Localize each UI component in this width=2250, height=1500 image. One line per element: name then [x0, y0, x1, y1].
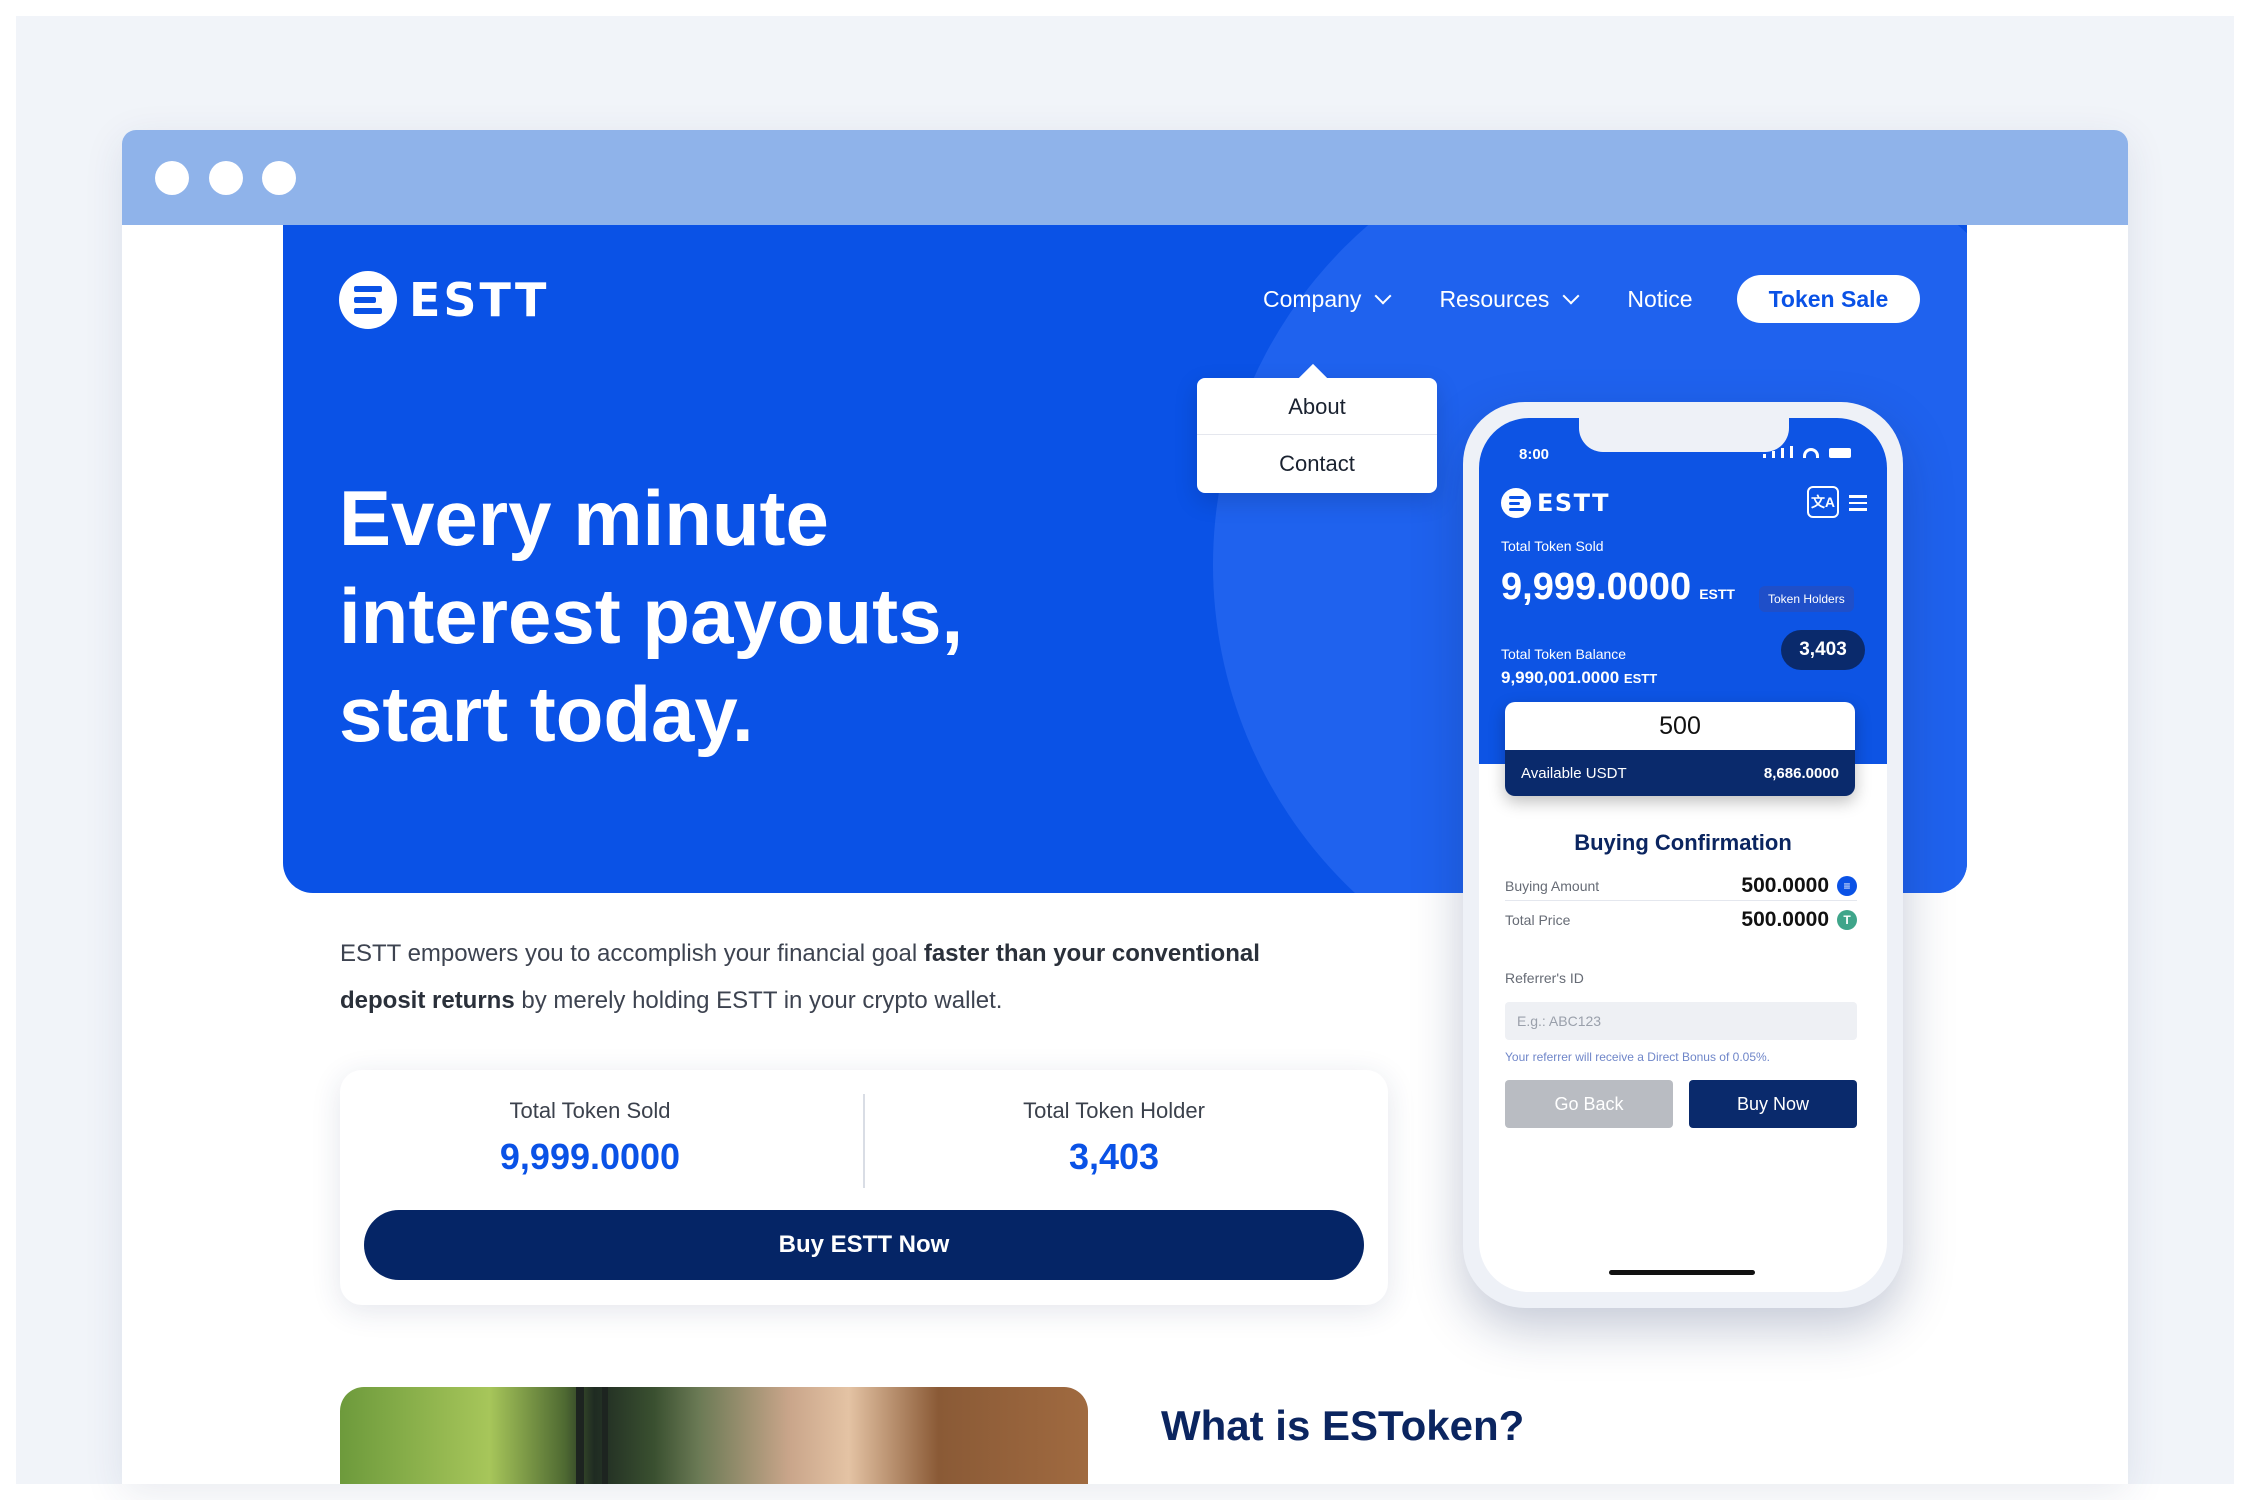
row-number: 500.0000 [1741, 908, 1829, 931]
stat-label: Total Token Sold [509, 1098, 671, 1123]
phone-sold-number: 9,999.0000 [1501, 566, 1692, 608]
window-dot-icon[interactable] [262, 161, 296, 195]
row-label: Total Price [1505, 912, 1571, 928]
home-indicator [1609, 1270, 1755, 1275]
phone-mockup: 8:00 ESTT 文A Total Token Sold 9,999.0000… [1463, 402, 1903, 1308]
row-value: 500.0000 ≡ [1741, 874, 1857, 898]
hero-title-line: Every minute [339, 474, 829, 562]
hero-title-line: interest payouts, [339, 572, 964, 660]
section-title: What is ESToken? [1161, 1402, 1525, 1449]
nav-label: Notice [1627, 285, 1693, 312]
phone-sold-value: 9,999.0000 ESTT [1501, 566, 1735, 609]
status-icons [1763, 446, 1851, 458]
confirm-title: Buying Confirmation [1574, 830, 1792, 855]
phone-sold-label: Total Token Sold [1501, 538, 1604, 554]
referrer-input[interactable] [1505, 1002, 1857, 1040]
referrer-label: Referrer's ID [1505, 970, 1584, 986]
amount-input[interactable]: 500 [1505, 702, 1855, 750]
phone-logo: ESTT [1501, 488, 1610, 518]
signal-icon [1790, 446, 1793, 458]
total-price-row: Total Price 500.0000 T [1505, 908, 1857, 932]
phone-balance-value: 9,990,001.0000 ESTT [1501, 668, 1657, 688]
available-label: Available USDT [1521, 764, 1627, 782]
usdt-coin-icon: T [1837, 910, 1857, 930]
nav-item-company[interactable]: Company [1263, 285, 1392, 313]
intro-text: ESTT empowers you to accomplish your fin… [340, 940, 924, 967]
company-dropdown-menu: About Contact [1197, 378, 1437, 493]
chevron-down-icon [1562, 287, 1580, 305]
window-dot-icon[interactable] [155, 161, 189, 195]
status-time: 8:00 [1519, 446, 1550, 463]
stat-total-sold: Total Token Sold 9,999.0000 [340, 1098, 840, 1178]
nav-item-resources[interactable]: Resources [1439, 285, 1580, 313]
battery-icon [1829, 448, 1851, 458]
phone-balance-number: 9,990,001.0000 [1501, 668, 1620, 687]
stat-value: 9,999.0000 [499, 1136, 681, 1177]
signal-icon [1772, 451, 1775, 458]
stat-total-holder: Total Token Holder 3,403 [864, 1098, 1364, 1178]
signal-icon [1763, 454, 1766, 458]
unit-label: ESTT [1699, 586, 1735, 602]
holders-label: Token Holders [1759, 586, 1854, 612]
logo-mark-icon [1501, 488, 1531, 518]
row-label: Buying Amount [1505, 878, 1600, 894]
browser-title-bar [122, 130, 2128, 225]
dropdown-item-about[interactable]: About [1197, 378, 1437, 435]
hero-title: Every minute interest payouts, start tod… [339, 469, 1239, 763]
holders-count: 3,403 [1781, 630, 1865, 670]
token-stats-card: Total Token Sold 9,999.0000 Total Token … [340, 1070, 1388, 1305]
buy-now-button[interactable]: Buy Now [1689, 1080, 1857, 1128]
nav-label: Company [1263, 285, 1362, 312]
intro-paragraph: ESTT empowers you to accomplish your fin… [340, 930, 1340, 1024]
brand-logo[interactable]: ESTT [339, 271, 549, 329]
translate-icon[interactable]: 文A [1807, 486, 1839, 518]
estt-coin-icon: ≡ [1837, 876, 1857, 896]
signal-icon [1781, 448, 1784, 458]
row-number: 500.0000 [1741, 874, 1829, 897]
available-value: 8,686.0000 [1763, 764, 1839, 782]
phone-screen: 8:00 ESTT 文A Total Token Sold 9,999.0000… [1479, 418, 1887, 1292]
referrer-note: Your referrer will receive a Direct Bonu… [1505, 1050, 1771, 1064]
token-sale-button[interactable]: Token Sale [1736, 275, 1921, 323]
phone-balance-label: Total Token Balance [1501, 646, 1627, 662]
logo-text: ESTT [409, 273, 550, 327]
hero-title-line: start today. [339, 670, 754, 758]
top-nav: Company Resources Notice Token Sale [1263, 275, 1921, 323]
window-frame [576, 1387, 584, 1484]
wifi-icon [1803, 448, 1819, 458]
amount-box[interactable]: 500 Available USDT 8,686.0000 [1505, 702, 1855, 796]
go-back-button[interactable]: Go Back [1505, 1080, 1673, 1128]
stat-label: Total Token Holder [1023, 1098, 1205, 1123]
unit-label: ESTT [1623, 671, 1658, 686]
buying-amount-row: Buying Amount 500.0000 ≡ [1505, 874, 1857, 898]
logo-text: ESTT [1537, 489, 1610, 517]
dropdown-item-contact[interactable]: Contact [1197, 435, 1437, 492]
available-balance: Available USDT 8,686.0000 [1505, 750, 1855, 796]
browser-window: ESTT Company Resources Notice Token Sale… [122, 130, 2128, 1484]
stat-value: 3,403 [1068, 1136, 1160, 1177]
chevron-down-icon [1374, 287, 1392, 305]
buy-estt-button[interactable]: Buy ESTT Now [364, 1210, 1364, 1280]
nav-label: Resources [1439, 285, 1550, 312]
nav-item-notice[interactable]: Notice [1627, 286, 1692, 313]
menu-icon[interactable] [1849, 495, 1867, 515]
section-photo [340, 1387, 1088, 1484]
row-value: 500.0000 T [1741, 908, 1857, 932]
logo-mark-icon [339, 271, 397, 329]
divider [1505, 900, 1857, 901]
window-dot-icon[interactable] [209, 161, 243, 195]
window-frame [602, 1387, 608, 1484]
phone-notch [1579, 418, 1789, 452]
intro-text: by merely holding ESTT in your crypto wa… [514, 987, 1003, 1014]
